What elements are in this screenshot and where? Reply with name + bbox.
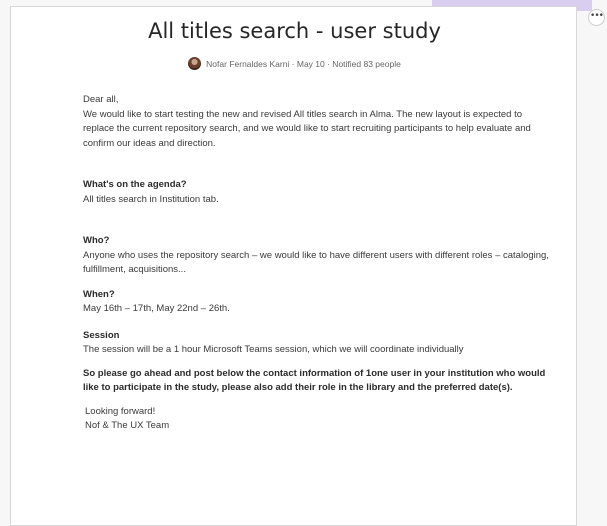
post-title: All titles search - user study (148, 19, 441, 43)
who-text: Anyone who uses the repository search – … (83, 249, 549, 276)
signature-text: Nof & The UX Team (85, 420, 170, 431)
agenda-heading: What's on the agenda? (83, 179, 187, 190)
post-meta-text: Nofar Fernaldes Karni · May 10 · Notifie… (206, 58, 401, 69)
post-card: All titles search - user study Nofar Fer… (10, 6, 577, 526)
post-meta: Nofar Fernaldes Karni · May 10 · Notifie… (11, 57, 578, 70)
intro-paragraph: We would like to start testing the new a… (83, 108, 531, 149)
request-paragraph: So please go ahead and post below the co… (83, 367, 546, 394)
post-body: Dear all, We would like to start testing… (83, 93, 553, 434)
more-options-icon[interactable]: ••• (588, 9, 605, 26)
session-heading: Session (83, 329, 120, 341)
session-text: The session will be a 1 hour Microsoft T… (83, 344, 464, 355)
who-heading: Who? (83, 235, 110, 246)
greeting: Dear all, (83, 94, 119, 105)
closing-text: Looking forward! (85, 405, 156, 417)
agenda-text: All titles search in Institution tab. (83, 193, 219, 205)
avatar[interactable] (188, 57, 202, 70)
when-text: May 16th – 17th, May 22nd – 26th. (83, 303, 230, 314)
when-heading: When? (83, 288, 115, 300)
